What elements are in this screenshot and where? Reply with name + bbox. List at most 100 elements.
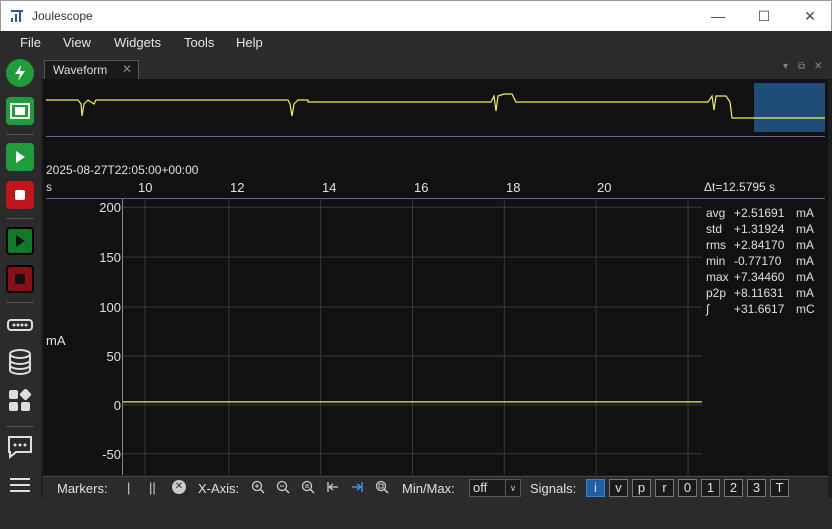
- stat-label: max: [706, 270, 729, 284]
- stat-row: std +1.31924 mA: [706, 222, 824, 238]
- zoom-all-icon[interactable]: [301, 480, 315, 494]
- menu-tools[interactable]: Tools: [184, 35, 214, 50]
- database-icon[interactable]: [6, 348, 34, 376]
- time-reference: 2025-08-27T22:05:00+00:00: [46, 163, 199, 177]
- stat-unit: mA: [796, 238, 814, 252]
- tab-waveform[interactable]: Waveform ✕: [44, 60, 139, 79]
- clear-markers-icon[interactable]: ✕: [172, 480, 186, 494]
- title-bar: Joulescope — ☐ ✕: [0, 0, 832, 31]
- stat-unit: mC: [796, 302, 815, 316]
- sidebar-separator: [6, 302, 34, 303]
- stat-row: ∫ +31.6617 mC: [706, 302, 824, 318]
- x-tick-label: 10: [138, 180, 153, 195]
- y-tick-label: 150: [99, 250, 121, 265]
- stat-label: ∫: [706, 302, 710, 316]
- x-tick-label: 12: [230, 180, 245, 195]
- signal-gpi3-button[interactable]: 3: [747, 479, 766, 497]
- signal-voltage-button[interactable]: v: [609, 479, 628, 497]
- signal-range-button[interactable]: r: [655, 479, 674, 497]
- stat-value: +7.34460: [734, 270, 785, 284]
- play-icon[interactable]: [6, 143, 34, 171]
- chat-icon[interactable]: [6, 433, 34, 461]
- stop-icon[interactable]: [6, 181, 34, 209]
- menu-bar: File View Widgets Tools Help: [0, 31, 832, 57]
- menu-widgets[interactable]: Widgets: [114, 35, 161, 50]
- record-play-icon[interactable]: [6, 227, 34, 255]
- statistics-panel: avg +2.51691 mA std +1.31924 mA rms +2.84170 m…: [706, 206, 824, 318]
- sidebar-separator: [6, 134, 34, 135]
- jump-end-icon[interactable]: [350, 480, 364, 494]
- sidebar: [0, 57, 41, 529]
- stat-value: +8.11631: [734, 286, 784, 300]
- stat-row: min -0.77170 mA: [706, 254, 824, 270]
- y-axis-unit: mA: [46, 333, 66, 348]
- menu-help[interactable]: Help: [236, 35, 263, 50]
- stat-value: +1.31924: [734, 222, 785, 236]
- zoom-in-icon[interactable]: [251, 480, 265, 494]
- x-tick-label: 18: [506, 180, 521, 195]
- current-plot[interactable]: [122, 199, 702, 475]
- dock-float-icon[interactable]: ⧉: [798, 61, 805, 72]
- stat-unit: mA: [796, 286, 814, 300]
- markers-label: Markers:: [57, 481, 108, 496]
- tab-close-icon[interactable]: ✕: [122, 62, 132, 76]
- zoom-fit-icon[interactable]: [375, 480, 389, 494]
- stat-value: -0.77170: [734, 254, 782, 268]
- zoom-out-icon[interactable]: [276, 480, 290, 494]
- y-tick-label: -50: [102, 447, 121, 462]
- dual-marker-button[interactable]: ||: [149, 480, 156, 495]
- maximize-button[interactable]: ☐: [741, 1, 787, 31]
- widgets-icon[interactable]: [6, 387, 34, 415]
- delta-time: Δt=12.5795 s: [704, 180, 776, 194]
- jump-start-icon[interactable]: [326, 480, 340, 494]
- single-marker-button[interactable]: |: [127, 480, 130, 495]
- x-tick-label: 14: [322, 180, 337, 195]
- record-stop-icon[interactable]: [6, 265, 34, 293]
- y-tick-label: 100: [99, 300, 121, 315]
- signal-trigger-button[interactable]: T: [770, 479, 789, 497]
- stat-label: avg: [706, 206, 726, 220]
- signal-current-button[interactable]: i: [586, 479, 605, 497]
- y-tick-label: 0: [113, 398, 121, 413]
- overview-selection-region[interactable]: [754, 83, 825, 132]
- signal-gpi2-button[interactable]: 2: [724, 479, 743, 497]
- stat-value: +2.84170: [734, 238, 785, 252]
- stat-label: rms: [706, 238, 726, 252]
- waveform-toolbar: Markers: | || ✕ X-Axis: Min/Max: off ∨ S…: [43, 476, 828, 498]
- minmax-select[interactable]: off ∨: [469, 479, 521, 497]
- stat-label: min: [706, 254, 726, 268]
- stat-label: std: [706, 222, 723, 236]
- x-axis[interactable]: s 10 12 14 16 18 20 Δt=12.5795 s: [46, 180, 825, 198]
- sidebar-separator: [6, 426, 34, 427]
- hamburger-menu-icon[interactable]: [6, 471, 34, 499]
- sensor-film-icon[interactable]: [6, 97, 34, 125]
- signal-power-button[interactable]: p: [632, 479, 651, 497]
- signal-gpi0-button[interactable]: 0: [678, 479, 697, 497]
- stat-row: avg +2.51691 mA: [706, 206, 824, 222]
- stat-unit: mA: [796, 254, 814, 268]
- overview-trace[interactable]: [46, 82, 825, 134]
- dock-close-icon[interactable]: ✕: [814, 61, 822, 72]
- stat-row: max +7.34460 mA: [706, 270, 824, 286]
- stat-row: p2p +8.11631 mA: [706, 286, 824, 302]
- stat-unit: mA: [796, 222, 814, 236]
- y-tick-label: 50: [106, 349, 121, 364]
- signal-gpi1-button[interactable]: 1: [701, 479, 720, 497]
- window-title: Joulescope: [32, 9, 93, 23]
- waveform-canvas[interactable]: 2025-08-27T22:05:00+00:00 s 10 12 14 16 …: [43, 79, 828, 475]
- menu-view[interactable]: View: [63, 35, 91, 50]
- tab-bar: Waveform ✕ ▾ ⧉ ✕: [41, 57, 832, 79]
- chevron-down-icon: ∨: [505, 480, 520, 496]
- minimize-button[interactable]: —: [695, 1, 741, 31]
- statistics-icon[interactable]: [6, 311, 34, 339]
- menu-file[interactable]: File: [20, 35, 41, 50]
- stat-value: +31.6617: [734, 302, 785, 316]
- stat-label: p2p: [706, 286, 727, 300]
- status-bar: [41, 498, 832, 529]
- joulescope-logo-icon: [11, 10, 23, 22]
- close-button[interactable]: ✕: [787, 1, 832, 31]
- device-power-icon[interactable]: [6, 59, 34, 87]
- stat-unit: mA: [796, 206, 814, 220]
- dock-menu-icon[interactable]: ▾: [783, 61, 788, 72]
- x-tick-label: 16: [414, 180, 429, 195]
